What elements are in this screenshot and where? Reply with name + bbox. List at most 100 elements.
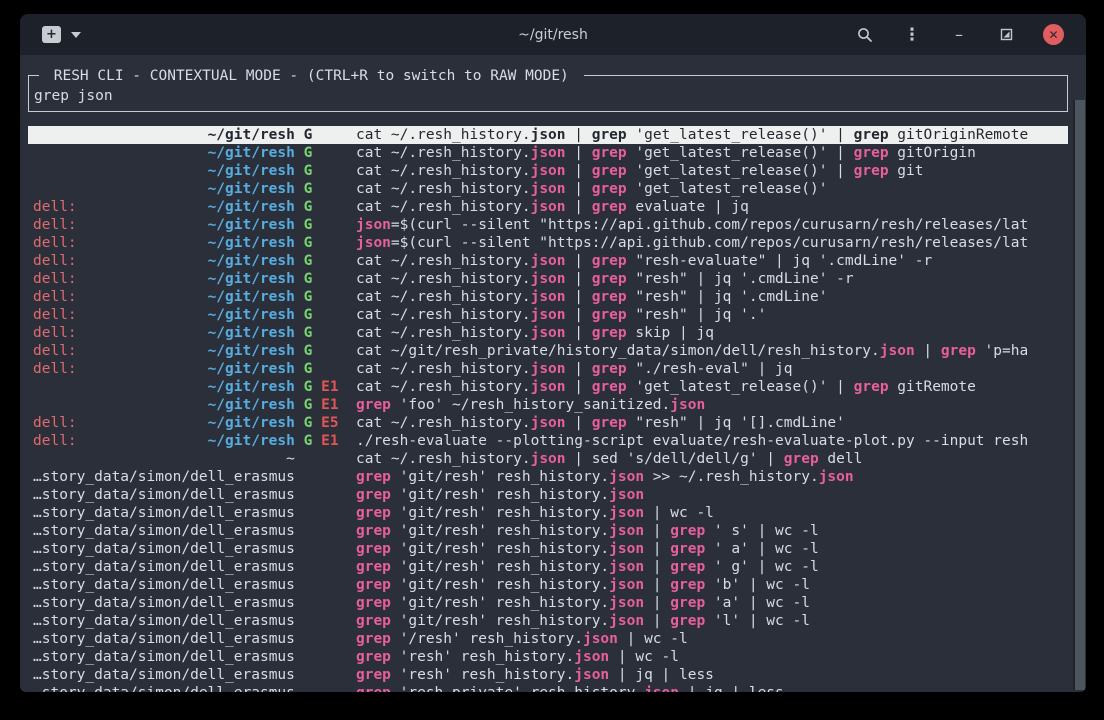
flags-cell	[295, 558, 356, 576]
history-row[interactable]: dell:~/git/resh Gcat ~/.resh_history.jso…	[28, 360, 1068, 378]
command-text: grep 'resh_private' resh_history.json | …	[356, 684, 1068, 692]
history-row[interactable]: ~/git/resh Gcat ~/.resh_history.json | g…	[28, 144, 1068, 162]
host-path-cell: …story_data/simon/dell_erasmus	[33, 594, 295, 612]
cwd-label: ~/git/resh	[208, 198, 295, 216]
history-row[interactable]: ~/git/resh G E1cat ~/.resh_history.json …	[28, 378, 1068, 396]
flags-cell: G	[295, 144, 356, 162]
flag-g: G	[304, 415, 313, 431]
host-label: dell:	[33, 342, 77, 360]
command-segment: |	[566, 181, 592, 197]
search-button[interactable]	[855, 25, 875, 45]
history-row[interactable]: dell:~/git/resh Gcat ~/.resh_history.jso…	[28, 198, 1068, 216]
command-segment: |	[644, 559, 670, 575]
scrollbar-thumb[interactable]	[1075, 100, 1085, 690]
history-row[interactable]: dell:~/git/resh Gcat ~/.resh_history.jso…	[28, 306, 1068, 324]
history-row[interactable]: …story_data/simon/dell_erasmusgrep 'resh…	[28, 684, 1068, 692]
flags-cell: G	[295, 126, 356, 144]
history-row[interactable]: …story_data/simon/dell_erasmusgrep 'git/…	[28, 486, 1068, 504]
history-row[interactable]: …story_data/simon/dell_erasmusgrep 'git/…	[28, 594, 1068, 612]
match-segment: grep	[356, 523, 391, 539]
history-row[interactable]: dell:~/git/resh Gcat ~/.resh_history.jso…	[28, 324, 1068, 342]
command-segment: 'get_latest_release()' |	[627, 127, 854, 143]
flags-cell	[295, 648, 356, 666]
history-row[interactable]: dell:~/git/resh G E1./resh-evaluate --pl…	[28, 432, 1068, 450]
command-segment: cat ~/.resh_history.	[356, 145, 531, 161]
restore-button[interactable]	[996, 25, 1016, 45]
history-row[interactable]: ~/git/resh Gcat ~/.resh_history.json | g…	[28, 126, 1068, 144]
history-row[interactable]: …story_data/simon/dell_erasmusgrep 'resh…	[28, 666, 1068, 684]
command-text: grep 'git/resh' resh_history.json | grep…	[356, 576, 1068, 594]
host-label: dell:	[33, 324, 77, 342]
history-row[interactable]: …story_data/simon/dell_erasmusgrep 'git/…	[28, 468, 1068, 486]
history-row[interactable]: dell:~/git/resh Gcat ~/.resh_history.jso…	[28, 252, 1068, 270]
cwd-label: ~	[286, 450, 295, 468]
match-segment: grep	[356, 631, 391, 647]
flags-cell	[295, 522, 356, 540]
command-segment: cat ~/.resh_history.	[356, 415, 531, 431]
flags-cell	[295, 612, 356, 630]
menu-button[interactable]: ⋮	[902, 25, 922, 45]
command-segment: 'git/resh' resh_history.	[391, 487, 609, 503]
history-row[interactable]: dell:~/git/resh Gjson=$(curl --silent "h…	[28, 234, 1068, 252]
command-segment: "resh" | jq '.'	[627, 307, 767, 323]
command-text: cat ~/.resh_history.json | sed 's/dell/d…	[356, 450, 1068, 468]
search-query-input[interactable]: grep json	[34, 87, 113, 105]
command-segment: 'git/resh' resh_history.	[391, 559, 609, 575]
command-segment: gitOriginRemote	[889, 127, 1029, 143]
command-text: json=$(curl --silent "https://api.github…	[356, 216, 1068, 234]
match-segment: json	[609, 577, 644, 593]
terminal-body[interactable]: RESH CLI - CONTEXTUAL MODE - (CTRL+R to …	[20, 55, 1086, 692]
history-row[interactable]: …story_data/simon/dell_erasmusgrep 'git/…	[28, 576, 1068, 594]
match-segment: grep	[670, 577, 705, 593]
history-row[interactable]: dell:~/git/resh Gcat ~/.resh_history.jso…	[28, 270, 1068, 288]
command-segment: |	[644, 577, 670, 593]
minimize-button[interactable]: –	[949, 25, 969, 45]
flags-cell	[295, 450, 356, 468]
history-row[interactable]: ~ cat ~/.resh_history.json | sed 's/dell/…	[28, 450, 1068, 468]
history-row[interactable]: …story_data/simon/dell_erasmusgrep 'git/…	[28, 558, 1068, 576]
command-segment: cat ~/.resh_history.	[356, 253, 531, 269]
scrollbar-track[interactable]	[1073, 100, 1085, 690]
cwd-label: ~/git/resh	[208, 216, 295, 234]
resh-mode-title: RESH CLI - CONTEXTUAL MODE - (CTRL+R to …	[39, 67, 584, 85]
command-segment: |	[566, 145, 592, 161]
history-row[interactable]: dell:~/git/resh G E5cat ~/.resh_history.…	[28, 414, 1068, 432]
match-segment: json	[531, 325, 566, 341]
cwd-label: …story_data/simon/dell_erasmus	[33, 468, 295, 486]
match-segment: grep	[854, 379, 889, 395]
cwd-label: …story_data/simon/dell_erasmus	[33, 612, 295, 630]
match-segment: grep	[592, 163, 627, 179]
host-label: dell:	[33, 234, 77, 252]
flags-cell	[295, 486, 356, 504]
history-row[interactable]: dell:~/git/resh Gcat ~/git/resh_private/…	[28, 342, 1068, 360]
flags-cell: G	[295, 216, 356, 234]
command-segment: ' s' | wc -l	[705, 523, 819, 539]
host-label: dell:	[33, 252, 77, 270]
history-row[interactable]: dell:~/git/resh Gcat ~/.resh_history.jso…	[28, 288, 1068, 306]
history-row[interactable]: ~/git/resh G E1grep 'foo' ~/resh_history…	[28, 396, 1068, 414]
close-button[interactable]: ✕	[1043, 24, 1064, 45]
flags-cell: G	[295, 234, 356, 252]
flags-cell: G	[295, 198, 356, 216]
match-segment: grep	[941, 343, 976, 359]
command-text: grep 'git/resh' resh_history.json | grep…	[356, 558, 1068, 576]
command-segment: |	[566, 163, 592, 179]
flags-cell	[295, 504, 356, 522]
history-row[interactable]: dell:~/git/resh Gjson=$(curl --silent "h…	[28, 216, 1068, 234]
match-segment: grep	[356, 649, 391, 665]
history-row[interactable]: ~/git/resh Gcat ~/.resh_history.json | g…	[28, 162, 1068, 180]
history-row[interactable]: ~/git/resh Gcat ~/.resh_history.json | g…	[28, 180, 1068, 198]
history-row[interactable]: …story_data/simon/dell_erasmusgrep 'git/…	[28, 612, 1068, 630]
history-row[interactable]: …story_data/simon/dell_erasmusgrep 'resh…	[28, 648, 1068, 666]
match-segment: json	[356, 217, 391, 233]
history-row[interactable]: …story_data/simon/dell_erasmusgrep '/res…	[28, 630, 1068, 648]
host-path-cell: …story_data/simon/dell_erasmus	[33, 486, 295, 504]
command-segment: 'get_latest_release()' |	[627, 163, 854, 179]
history-row[interactable]: …story_data/simon/dell_erasmusgrep 'git/…	[28, 522, 1068, 540]
history-row[interactable]: …story_data/simon/dell_erasmusgrep 'git/…	[28, 504, 1068, 522]
flag-e1: E1	[321, 379, 338, 395]
host-label: dell:	[33, 288, 77, 306]
match-segment: grep	[592, 199, 627, 215]
history-row[interactable]: …story_data/simon/dell_erasmusgrep 'git/…	[28, 540, 1068, 558]
command-text: cat ~/.resh_history.json | grep "./resh-…	[356, 360, 1068, 378]
